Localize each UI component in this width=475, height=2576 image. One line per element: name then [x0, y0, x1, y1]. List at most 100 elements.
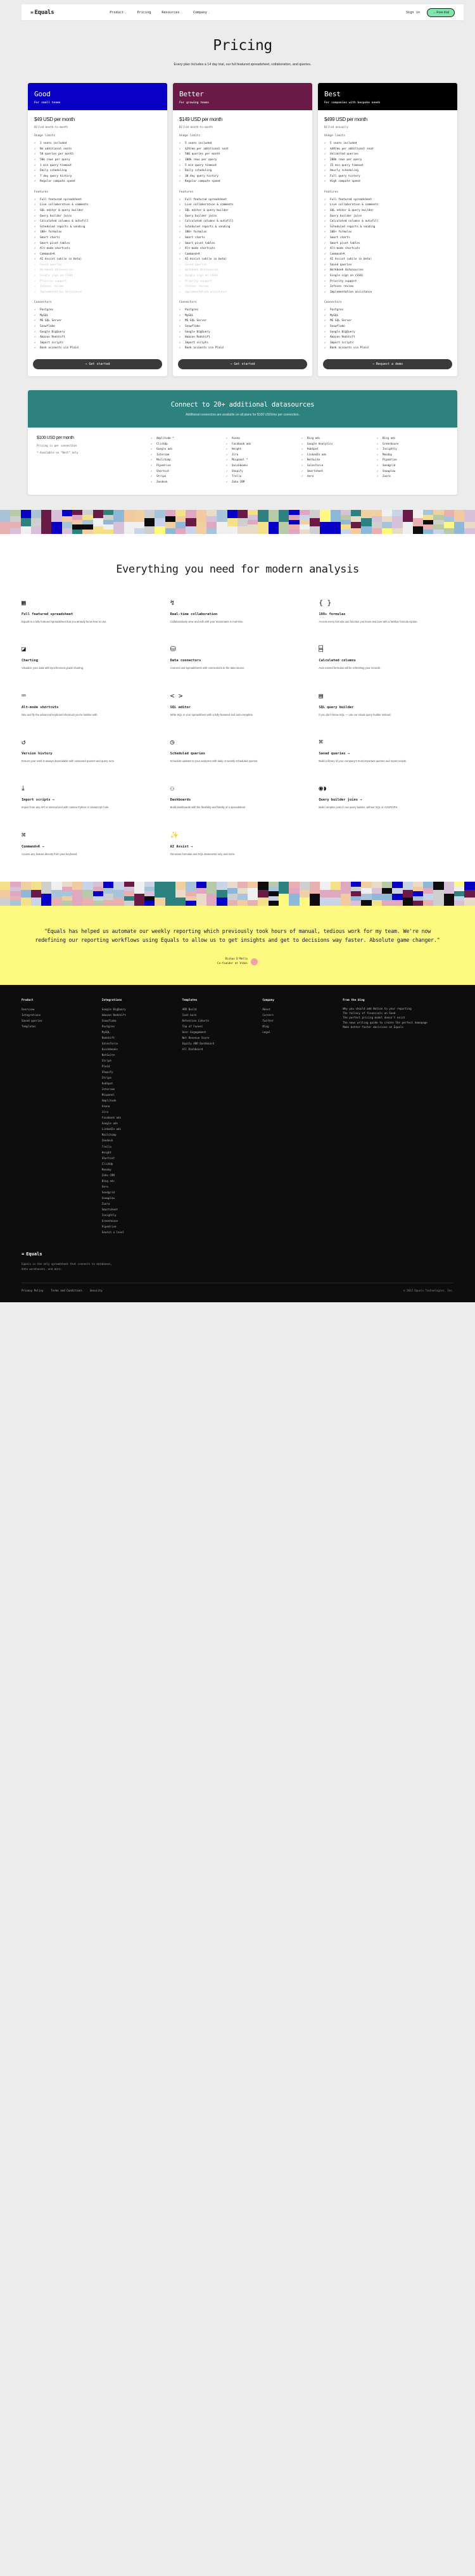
- footer-link[interactable]: Redshift: [102, 1035, 174, 1041]
- footer-link[interactable]: Make better faster decisions at Equals: [343, 1025, 453, 1029]
- feature-item: ✓ 100+ formulas: [34, 230, 161, 236]
- footer-link-privacy[interactable]: Privacy Policy: [22, 1289, 44, 1292]
- footer-link[interactable]: Postgres: [102, 1024, 174, 1029]
- footer-link[interactable]: Legal: [262, 1029, 334, 1035]
- feature-label: Priority support: [40, 279, 66, 285]
- check-icon: ✓: [179, 219, 182, 225]
- footer-link[interactable]: Mixpanel: [102, 1092, 174, 1098]
- footer-link[interactable]: Amazon Redshift: [102, 1012, 174, 1018]
- footer-link[interactable]: Cash burn: [182, 1012, 254, 1018]
- connector-item: ✓ Shortcut: [151, 469, 222, 474]
- logo[interactable]: = Equals: [30, 10, 54, 16]
- footer-link[interactable]: Why you should add Notion to your report…: [343, 1006, 453, 1011]
- footer-link[interactable]: NetSuite: [102, 1052, 174, 1058]
- footer-link[interactable]: Bing ads: [102, 1178, 174, 1184]
- footer-link[interactable]: Saved queries: [22, 1018, 93, 1024]
- footer-link[interactable]: Amplitude: [102, 1098, 174, 1103]
- connector-label: Zoho CRM: [232, 479, 244, 485]
- nav-item-resources[interactable]: Resources ⌄: [162, 11, 182, 15]
- check-icon: ✓: [179, 203, 182, 208]
- collaboration-icon: ↯: [170, 599, 305, 606]
- footer-link[interactable]: Shopify: [102, 1069, 174, 1075]
- color-bar: [175, 882, 186, 906]
- footer-link[interactable]: Top of Funnel: [182, 1024, 254, 1029]
- color-bar: [310, 882, 320, 906]
- nav-item-product[interactable]: Product ⌄: [110, 11, 126, 15]
- footer-link[interactable]: Google ads: [102, 1120, 174, 1126]
- footer-logo[interactable]: = Equals: [22, 1252, 453, 1257]
- footer-link[interactable]: Search a level: [102, 1229, 174, 1235]
- footer-link[interactable]: About: [262, 1006, 334, 1012]
- plan-cta-button[interactable]: → Get started: [33, 359, 162, 369]
- footer-link[interactable]: Integrations: [22, 1012, 93, 1018]
- color-bar: [196, 882, 206, 906]
- free-trial-button[interactable]: → Free trial: [427, 8, 455, 17]
- footer-link[interactable]: Templates: [22, 1024, 93, 1029]
- footer-link[interactable]: Google BigQuery: [102, 1006, 174, 1012]
- footer-link[interactable]: ARR Build: [182, 1006, 254, 1012]
- footer-link[interactable]: Pipedrive: [102, 1224, 174, 1229]
- footer-link[interactable]: User Engagement: [182, 1029, 254, 1035]
- footer-link[interactable]: Snowflake: [102, 1018, 174, 1024]
- color-bar: [165, 882, 175, 906]
- plan-cta-button[interactable]: → Request a demo: [323, 359, 452, 369]
- plan-cta-button[interactable]: → Get started: [178, 359, 307, 369]
- footer-link[interactable]: Insightly: [102, 1212, 174, 1218]
- nav-item-pricing[interactable]: Pricing: [137, 11, 151, 15]
- check-icon: ✓: [324, 208, 327, 214]
- sign-in-link[interactable]: Sign in: [406, 11, 420, 15]
- footer-link[interactable]: Careers: [262, 1012, 334, 1018]
- footer-link[interactable]: All Dashboard: [182, 1046, 254, 1052]
- connector-column: ✓ Amplitude * ✓ ClickUp ✓ Google ads ✓ Intercom…: [151, 436, 222, 485]
- footer-link[interactable]: Plaid: [102, 1063, 174, 1069]
- features-section: Everything you need for modern analysis …: [0, 534, 475, 882]
- footer-link[interactable]: Mailchimp: [102, 1132, 174, 1138]
- footer-link[interactable]: Zuora: [102, 1201, 174, 1207]
- footer-link[interactable]: Snowplow: [102, 1195, 174, 1201]
- footer-link[interactable]: Intercom: [102, 1086, 174, 1092]
- nav-item-company[interactable]: Company ⌄: [193, 11, 210, 15]
- footer-link[interactable]: Twitter: [262, 1018, 334, 1024]
- footer-link[interactable]: Net Revenue Score: [182, 1035, 254, 1041]
- footer-link[interactable]: MySQL: [102, 1029, 174, 1035]
- footer-link[interactable]: Blog: [262, 1024, 334, 1029]
- footer-link[interactable]: The news writing guide to create the per…: [343, 1020, 453, 1025]
- footer-link[interactable]: HubSpot: [102, 1081, 174, 1086]
- footer-link[interactable]: Stripe: [102, 1075, 174, 1081]
- footer-link[interactable]: Facebook ads: [102, 1115, 174, 1120]
- check-icon: ✓: [34, 308, 37, 314]
- footer-link[interactable]: Stripe: [102, 1058, 174, 1063]
- footer-link[interactable]: Asana: [102, 1103, 174, 1109]
- footer-link[interactable]: Salesforce: [102, 1041, 174, 1046]
- footer-link[interactable]: LinkedIn ads: [102, 1126, 174, 1132]
- footer-link[interactable]: Jira: [102, 1109, 174, 1115]
- footer-link[interactable]: Monday: [102, 1167, 174, 1172]
- footer-link[interactable]: Sendgrid: [102, 1190, 174, 1195]
- check-icon: ✓: [301, 474, 305, 479]
- footer-link[interactable]: Shortcut: [102, 1155, 174, 1161]
- footer-link[interactable]: ClickUp: [102, 1161, 174, 1167]
- footer-link[interactable]: Overview: [22, 1006, 93, 1012]
- footer-link[interactable]: Equity ARR Dashboard: [182, 1041, 254, 1046]
- footer-link[interactable]: Greenhouse: [102, 1218, 174, 1224]
- footer-link-security[interactable]: Security: [90, 1289, 103, 1292]
- footer-link[interactable]: Height: [102, 1150, 174, 1155]
- usage-label: 3 seats included: [40, 141, 66, 147]
- color-bar: [269, 882, 279, 906]
- footer-link[interactable]: Smartsheet: [102, 1207, 174, 1212]
- feature-item: ✓ Live collaboration & comments: [179, 203, 306, 208]
- feature-desc: Access any feature directly from your ke…: [22, 852, 156, 856]
- footer-link[interactable]: Xero: [102, 1184, 174, 1190]
- footer-link[interactable]: Trello: [102, 1144, 174, 1150]
- plan-tagline: For growing teams: [179, 101, 306, 105]
- footer-link[interactable]: The perfect pricing model doesn't exist: [343, 1015, 453, 1020]
- footer-link[interactable]: Zoho CRM: [102, 1172, 174, 1178]
- footer-link[interactable]: Zendesk: [102, 1138, 174, 1143]
- footer-link[interactable]: The fallacy of financials on Sand: [343, 1011, 453, 1015]
- footer-link-terms[interactable]: Terms and Conditions: [51, 1289, 82, 1292]
- footer-link[interactable]: Quickbooks: [102, 1046, 174, 1052]
- footer-link[interactable]: Retention Cohorts: [182, 1018, 254, 1024]
- connector-label: Zendesk: [156, 479, 168, 485]
- color-bar: [464, 510, 474, 534]
- connector-item: ✓ Bank accounts via Plaid: [179, 346, 306, 352]
